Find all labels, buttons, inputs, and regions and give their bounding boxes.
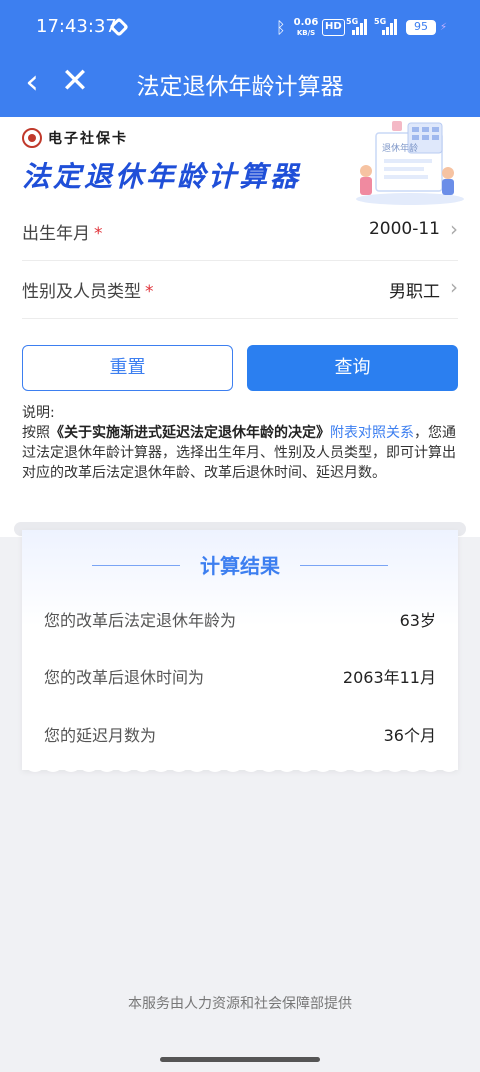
policy-name: 《关于实施渐进式延迟法定退休年龄的决定》 bbox=[50, 425, 330, 441]
calculator-illustration-icon: 退休年龄 bbox=[356, 121, 464, 205]
description: 说明: 按照《关于实施渐进式延迟法定退休年龄的决定》附表对照关系，您通过法定退休… bbox=[22, 403, 460, 483]
result-label: 您的改革后法定退休年龄为 bbox=[44, 611, 237, 630]
required-mark: * bbox=[94, 224, 103, 244]
description-title: 说明: bbox=[22, 405, 55, 421]
charging-icon: ⚡ bbox=[440, 22, 448, 33]
net-speed-unit: KB/S bbox=[296, 29, 316, 37]
brand: 电子社保卡 bbox=[22, 127, 128, 149]
home-indicator[interactable] bbox=[160, 1057, 320, 1062]
signal-icon-1: 5G bbox=[346, 17, 368, 35]
birth-date-row[interactable]: 出生年月 * 2000-11 › bbox=[22, 203, 458, 261]
status-time: 17:43:37 bbox=[36, 16, 117, 37]
result-label: 您的改革后退休时间为 bbox=[44, 668, 205, 687]
person-type-label: 性别及人员类型 * bbox=[22, 282, 154, 302]
result-value: 63岁 bbox=[399, 611, 436, 630]
net-speed: 0.06 KB/S bbox=[293, 18, 319, 38]
nav-bar: ‹ ✕ 法定退休年龄计算器 bbox=[0, 56, 480, 117]
battery-icon: 95 bbox=[406, 20, 436, 35]
chevron-right-icon: › bbox=[450, 275, 458, 299]
birth-date-label: 出生年月 * bbox=[22, 224, 103, 244]
social-security-logo-icon bbox=[22, 128, 42, 148]
hero-title: 法定退休年龄计算器 bbox=[22, 160, 302, 193]
top-bar: 17:43:37 ᛒ 0.06 KB/S HD 5G 5G 95 ⚡ ‹ ✕ 法… bbox=[0, 0, 480, 117]
close-icon[interactable]: ✕ bbox=[60, 64, 90, 98]
hd-badge: HD bbox=[322, 19, 345, 36]
result-card: 计算结果 您的改革后法定退休年龄为 63岁 您的改革后退休时间为 2063年11… bbox=[22, 530, 458, 770]
illustration-label: 退休年龄 bbox=[382, 142, 418, 154]
divider-right bbox=[300, 565, 388, 566]
status-bar: 17:43:37 ᛒ 0.06 KB/S HD 5G 5G 95 ⚡ bbox=[0, 0, 480, 56]
bluetooth-icon: ᛒ bbox=[276, 18, 286, 37]
person-type-value: 男职工 bbox=[389, 282, 440, 302]
result-row-age: 您的改革后法定退休年龄为 63岁 bbox=[44, 607, 436, 631]
signal-icon-2: 5G bbox=[374, 17, 400, 35]
result-value: 36个月 bbox=[383, 726, 436, 745]
description-body: 按照《关于实施渐进式延迟法定退休年龄的决定》附表对照关系，您通过法定退休年龄计算… bbox=[22, 425, 456, 481]
result-row-time: 您的改革后退休时间为 2063年11月 bbox=[44, 664, 436, 688]
footer-provider: 本服务由人力资源和社会保障部提供 bbox=[128, 996, 352, 1012]
appendix-link[interactable]: 附表对照关系 bbox=[330, 425, 414, 441]
net-speed-value: 0.06 bbox=[293, 17, 319, 28]
result-value: 2063年11月 bbox=[342, 668, 436, 687]
result-title: 计算结果 bbox=[200, 554, 280, 578]
brand-name: 电子社保卡 bbox=[48, 131, 128, 147]
person-type-row[interactable]: 性别及人员类型 * 男职工 › bbox=[22, 261, 458, 319]
chevron-right-icon: › bbox=[450, 217, 458, 241]
required-mark: * bbox=[145, 282, 154, 302]
calculator-form: 电子社保卡 法定退休年龄计算器 退休年龄 出生年月 * 2000-11 › 性别及… bbox=[0, 117, 480, 537]
page-title: 法定退休年龄计算器 bbox=[136, 74, 344, 100]
query-button[interactable]: 查询 bbox=[247, 345, 458, 391]
result-row-delay: 您的延迟月数为 36个月 bbox=[44, 722, 436, 746]
reset-button[interactable]: 重置 bbox=[22, 345, 233, 391]
signal-2-label: 5G bbox=[374, 17, 387, 26]
birth-date-value: 2000-11 bbox=[368, 219, 440, 239]
back-icon[interactable]: ‹ bbox=[18, 65, 46, 99]
battery-level: 95 bbox=[407, 21, 435, 34]
receipt-wave-edge bbox=[22, 762, 458, 772]
result-label: 您的延迟月数为 bbox=[44, 726, 157, 745]
signal-1-label: 5G bbox=[346, 17, 359, 26]
